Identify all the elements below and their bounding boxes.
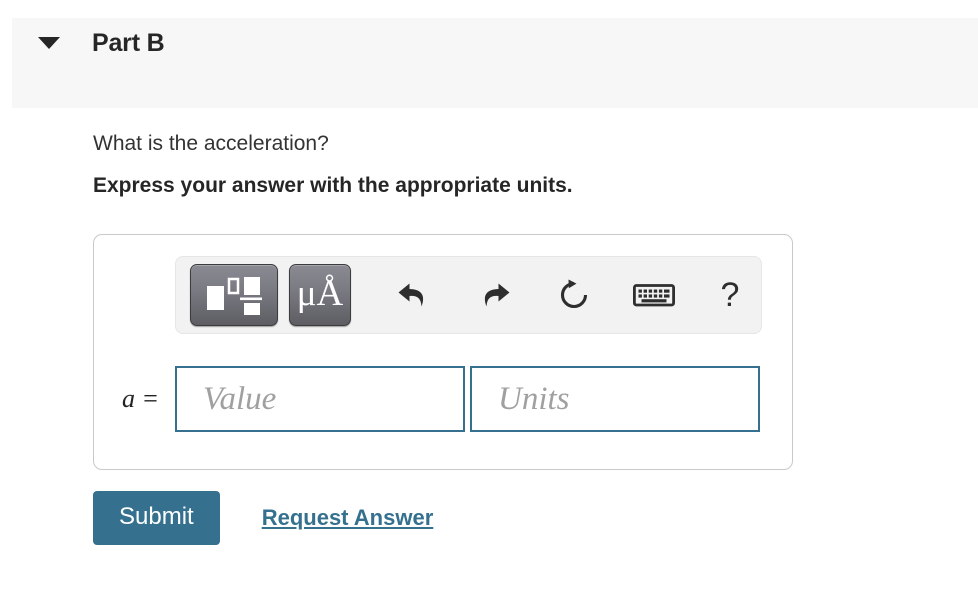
part-header: Part B xyxy=(12,18,978,108)
action-row: Submit Request Answer xyxy=(93,491,433,545)
reset-icon xyxy=(557,278,591,312)
math-template-icon xyxy=(206,274,262,316)
redo-button[interactable] xyxy=(468,273,520,317)
undo-button[interactable] xyxy=(388,273,440,317)
reset-button[interactable] xyxy=(548,273,600,317)
request-answer-link[interactable]: Request Answer xyxy=(262,505,434,531)
keyboard-icon xyxy=(633,281,675,309)
chevron-down-icon[interactable] xyxy=(38,37,60,49)
units-input[interactable] xyxy=(470,366,760,432)
submit-button[interactable]: Submit xyxy=(93,491,220,545)
question-prompt: What is the acceleration? xyxy=(93,132,329,155)
page-title: Part B xyxy=(92,28,165,57)
question-body: What is the acceleration? Express your a… xyxy=(93,130,958,201)
question-mark-icon: ? xyxy=(720,276,740,314)
units-button[interactable]: μÅ xyxy=(289,264,351,326)
math-template-button[interactable] xyxy=(190,264,278,326)
math-toolbar: μÅ ? xyxy=(175,256,762,334)
keyboard-button[interactable] xyxy=(628,273,680,317)
redo-icon xyxy=(476,279,512,311)
answer-panel: μÅ ? a = Value Units xyxy=(93,234,793,470)
part-header-row[interactable]: Part B xyxy=(12,18,978,68)
question-instruction: Express your answer with the appropriate… xyxy=(93,174,573,198)
variable-label: a = xyxy=(121,384,159,413)
value-input[interactable] xyxy=(175,366,465,432)
undo-icon xyxy=(396,279,432,311)
help-button[interactable]: ? xyxy=(704,273,756,317)
units-icon: μÅ xyxy=(296,273,344,314)
answer-row: a = xyxy=(118,366,760,432)
